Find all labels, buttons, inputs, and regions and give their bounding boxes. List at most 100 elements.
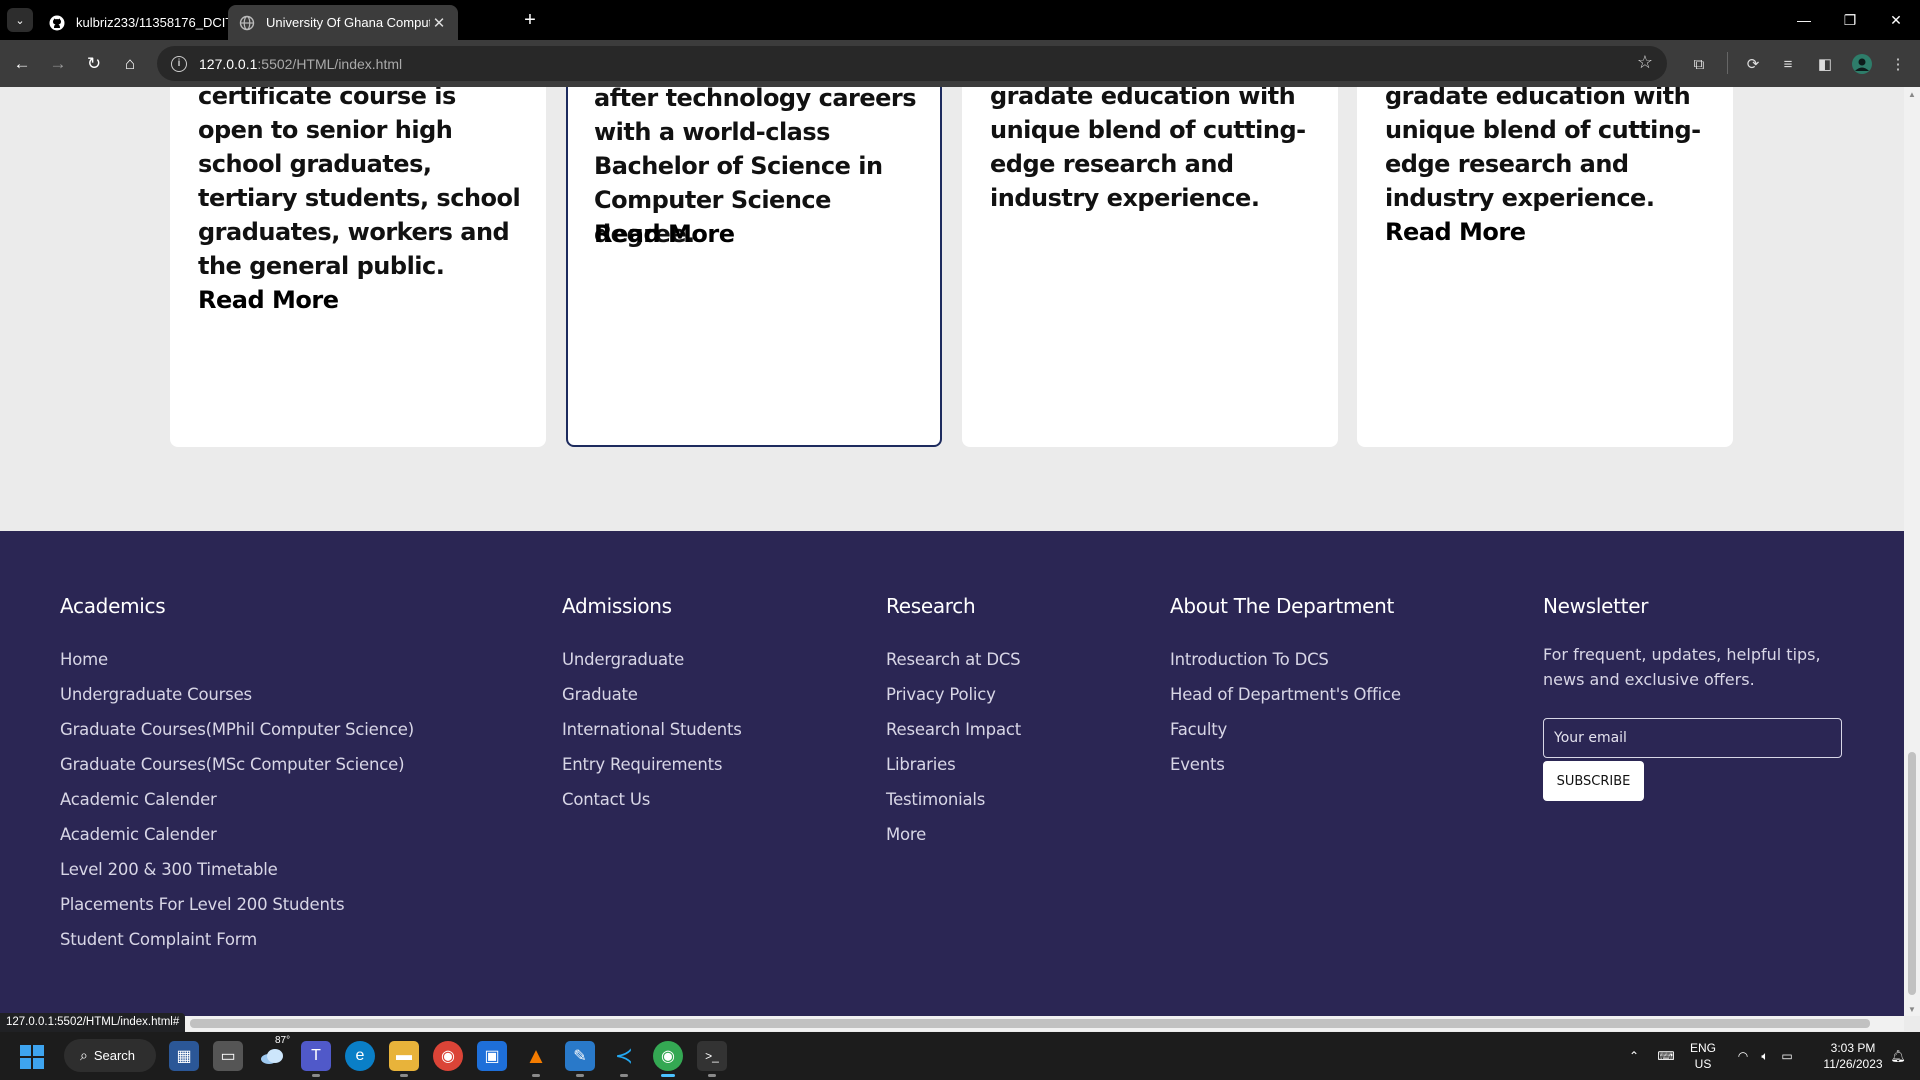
hidden-icons-chevron[interactable]: ⌃ xyxy=(1624,1032,1644,1080)
reload-icon[interactable]: ↻ xyxy=(80,50,108,78)
site-footer: Academics Home Undergraduate Courses Gra… xyxy=(0,531,1904,1016)
footer-link[interactable]: Level 200 & 300 Timetable xyxy=(60,852,414,887)
newsletter-text: For frequent, updates, helpful tips, new… xyxy=(1543,645,1821,689)
edge-icon[interactable]: e xyxy=(345,1041,375,1071)
terminal-icon[interactable]: >_ xyxy=(697,1041,727,1077)
side-panel-icon[interactable]: ◧ xyxy=(1812,51,1838,77)
restore-icon[interactable]: ❐ xyxy=(1832,6,1868,34)
footer-heading: Research xyxy=(886,594,976,618)
bookmark-star-icon[interactable]: ☆ xyxy=(1637,52,1653,73)
file-explorer-icon[interactable]: ▬ xyxy=(389,1041,419,1077)
weather-icon[interactable]: 87° xyxy=(257,1035,290,1071)
clock-time: 3:03 PM xyxy=(1830,1041,1876,1055)
vlc-icon[interactable]: ▲ xyxy=(521,1041,551,1077)
more-menu-icon[interactable]: ⋮ xyxy=(1885,51,1911,77)
close-window-icon[interactable]: ✕ xyxy=(1878,6,1914,34)
tab-university[interactable]: University Of Ghana Computer ✕ xyxy=(228,5,458,40)
footer-link[interactable]: Placements For Level 200 Students xyxy=(60,887,414,922)
tab-title: University Of Ghana Computer xyxy=(266,15,430,30)
task-view-icon[interactable]: ▭ xyxy=(213,1041,243,1071)
language-indicator[interactable]: ENG US xyxy=(1688,1032,1718,1080)
footer-link[interactable]: Graduate Courses(MPhil Computer Science) xyxy=(60,712,414,747)
read-more-link[interactable]: Read More xyxy=(1385,218,1526,246)
course-card: certificate course is open to senior hig… xyxy=(170,87,546,447)
footer-link[interactable]: International Students xyxy=(562,712,742,747)
weather-temp: 87° xyxy=(275,1035,291,1046)
battery-icon[interactable]: ▭ xyxy=(1776,1032,1798,1080)
footer-link[interactable]: Student Complaint Form xyxy=(60,922,414,957)
footer-link[interactable]: Home xyxy=(60,642,414,677)
paint-icon[interactable]: ✎ xyxy=(565,1041,595,1077)
read-more-link[interactable]: Read More xyxy=(198,286,339,314)
windows-start-icon[interactable] xyxy=(20,1045,44,1069)
chrome-active-icon[interactable]: ◉ xyxy=(653,1041,683,1077)
region-code: US xyxy=(1694,1057,1712,1071)
media-control-icon[interactable]: ≡ xyxy=(1775,51,1801,77)
notification-bell-icon[interactable]: 🔔︎ xyxy=(1888,1032,1908,1080)
vscode-icon[interactable]: ≺ xyxy=(609,1041,639,1077)
course-card: after technology careers with a world-cl… xyxy=(566,87,942,447)
footer-link[interactable]: Libraries xyxy=(886,747,1021,782)
clock[interactable]: 3:03 PM 11/26/2023 xyxy=(1818,1032,1888,1080)
taskbar-search[interactable]: ⌕ Search xyxy=(64,1039,156,1072)
card-description: certificate course is open to senior hig… xyxy=(198,87,521,280)
globe-icon xyxy=(238,14,256,32)
footer-link[interactable]: Graduate xyxy=(562,677,742,712)
tab-search-button[interactable]: ⌄ xyxy=(7,8,33,32)
horizontal-scrollbar[interactable] xyxy=(0,1016,1904,1031)
forward-icon[interactable]: → xyxy=(44,50,72,78)
teams-icon[interactable]: T xyxy=(301,1041,331,1077)
footer-link[interactable]: Testimonials xyxy=(886,782,1021,817)
profile-avatar[interactable] xyxy=(1849,51,1875,77)
footer-link[interactable]: Undergraduate Courses xyxy=(60,677,414,712)
vertical-scrollbar[interactable]: ▲ ▼ xyxy=(1904,87,1920,1016)
address-bar[interactable]: i 127.0.0.1:5502/HTML/index.html ☆ xyxy=(157,46,1667,81)
search-label: Search xyxy=(93,1048,136,1063)
footer-link[interactable]: Introduction To DCS xyxy=(1170,642,1401,677)
footer-link[interactable]: Head of Department's Office xyxy=(1170,677,1401,712)
keyboard-icon[interactable]: ⌨ xyxy=(1654,1032,1678,1080)
language-code: ENG xyxy=(1689,1041,1716,1055)
scrollbar-thumb[interactable] xyxy=(1908,752,1916,995)
footer-academics: Academics Home Undergraduate Courses Gra… xyxy=(60,594,414,957)
footer-link[interactable]: Research Impact xyxy=(886,712,1021,747)
store-icon[interactable]: ▣ xyxy=(477,1041,507,1071)
minimize-icon[interactable]: — xyxy=(1786,6,1822,34)
email-field[interactable] xyxy=(1543,718,1842,758)
footer-link[interactable]: Privacy Policy xyxy=(886,677,1021,712)
scrollbar-thumb[interactable] xyxy=(190,1019,1870,1028)
wifi-icon[interactable]: ◠ xyxy=(1732,1032,1754,1080)
chrome-icon[interactable]: ◉ xyxy=(433,1041,463,1071)
footer-newsletter: Newsletter For frequent, updates, helpfu… xyxy=(1543,594,1843,801)
home-icon[interactable]: ⌂ xyxy=(116,50,144,78)
back-icon[interactable]: ← xyxy=(8,50,36,78)
footer-link[interactable]: Academic Calender xyxy=(60,782,414,817)
footer-link[interactable]: Events xyxy=(1170,747,1401,782)
read-more-link[interactable]: Read More xyxy=(594,220,735,248)
subscribe-button[interactable]: SUBSCRIBE xyxy=(1543,761,1644,801)
footer-link[interactable]: Undergraduate xyxy=(562,642,742,677)
footer-link[interactable]: Academic Calender xyxy=(60,817,414,852)
site-info-icon[interactable]: i xyxy=(171,55,187,72)
footer-heading: Admissions xyxy=(562,594,672,618)
close-icon[interactable]: ✕ xyxy=(430,14,448,32)
footer-link[interactable]: Contact Us xyxy=(562,782,742,817)
volume-icon[interactable]: 🔈︎ xyxy=(1754,1032,1776,1080)
search-icon: ⌕ xyxy=(80,1047,88,1063)
clock-date: 11/26/2023 xyxy=(1823,1057,1883,1071)
scroll-down-icon[interactable]: ▼ xyxy=(1904,1002,1920,1016)
footer-link[interactable]: Entry Requirements xyxy=(562,747,742,782)
new-tab-button[interactable]: + xyxy=(518,8,542,32)
widgets-app-icon[interactable]: ▦ xyxy=(169,1041,199,1071)
footer-link[interactable]: More xyxy=(886,817,1021,852)
footer-link[interactable]: Faculty xyxy=(1170,712,1401,747)
card-description: gradate education with unique blend of c… xyxy=(1385,87,1701,212)
course-card: gradate education with unique blend of c… xyxy=(962,87,1338,447)
extensions-icon[interactable]: ⧉ xyxy=(1686,51,1712,77)
course-card: gradate education with unique blend of c… xyxy=(1357,87,1733,447)
page-viewport: certificate course is open to senior hig… xyxy=(0,87,1904,1016)
footer-link[interactable]: Research at DCS xyxy=(886,642,1021,677)
performance-icon[interactable]: ⟳ xyxy=(1740,51,1766,77)
scroll-up-icon[interactable]: ▲ xyxy=(1904,87,1920,101)
footer-link[interactable]: Graduate Courses(MSc Computer Science) xyxy=(60,747,414,782)
